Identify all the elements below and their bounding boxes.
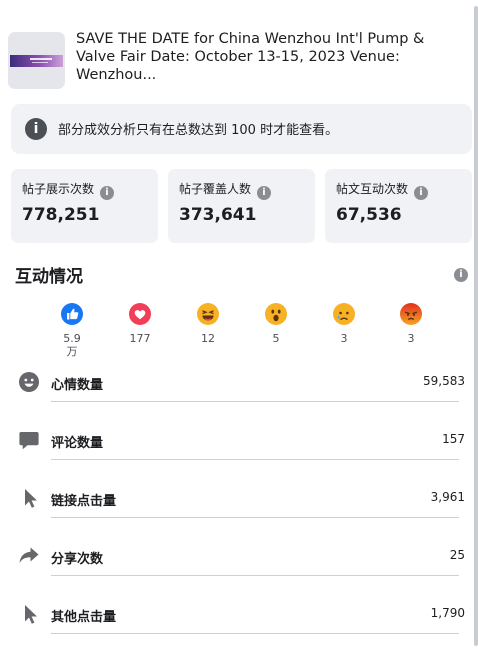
stat-card-impressions: 帖子展示次数 i 778,251 [11,169,158,243]
notice-banner: i 部分成效分析只有在总数达到 100 时才能查看。 [11,104,472,154]
metric-row-reactions: 心情数量 59,583 [15,371,465,411]
metric-value: 59,583 [423,374,465,388]
reaction-sad: 3 [324,303,364,345]
divider [51,401,459,402]
info-icon: i [25,118,47,140]
post-title[interactable]: SAVE THE DATE for China Wenzhou Int'l Pu… [76,30,466,84]
reaction-count: 5.9 万 [63,332,81,358]
divider [51,633,459,634]
stat-label: 帖文互动次数 [336,182,409,196]
metric-label: 心情数量 [51,378,104,393]
notice-text: 部分成效分析只有在总数达到 100 时才能查看。 [58,123,339,138]
reaction-like: 5.9 万 [52,303,92,358]
love-icon [129,303,151,325]
cursor-icon [25,489,37,508]
info-icon[interactable]: i [257,186,272,200]
metric-row-comments: 评论数量 157 [15,429,465,469]
scrollbar-thumb[interactable] [474,6,478,646]
post-thumbnail[interactable] [8,32,65,89]
metric-value: 25 [449,548,465,562]
stat-value: 67,536 [336,205,402,225]
reaction-count: 3 [407,332,415,345]
reaction-count: 177 [129,332,151,345]
scrollbar[interactable] [474,0,478,651]
stat-value: 778,251 [22,205,100,225]
metric-label: 分享次数 [51,552,104,567]
wow-icon [265,303,287,325]
reaction-count: 5 [272,332,280,345]
sad-icon [333,303,355,325]
haha-icon [197,303,219,325]
stat-value: 373,641 [179,205,257,225]
smiley-icon [19,372,39,392]
angry-icon [400,303,422,325]
divider [51,517,459,518]
stat-label: 帖子展示次数 [22,182,95,196]
comment-icon [19,432,39,450]
metric-row-shares: 分享次数 25 [15,545,465,585]
metric-value: 157 [442,432,465,446]
metric-label: 评论数量 [51,436,104,451]
like-icon [61,303,83,325]
reaction-count: 3 [340,332,348,345]
metric-value: 3,961 [430,490,465,504]
metric-value: 1,790 [430,606,465,620]
post-header: SAVE THE DATE for China Wenzhou Int'l Pu… [8,30,468,92]
stat-card-engagement: 帖文互动次数 i 67,536 [325,169,472,243]
reaction-love: 177 [120,303,160,345]
info-icon[interactable]: i [454,268,468,282]
metric-label: 其他点击量 [51,610,117,625]
reaction-wow: 5 [256,303,296,345]
info-icon[interactable]: i [100,186,115,200]
reaction-angry: 3 [391,303,431,345]
reaction-haha: 12 [188,303,228,345]
share-icon [19,547,39,563]
metric-label: 链接点击量 [51,494,117,509]
section-title: 互动情况 [15,267,83,287]
reaction-count: 12 [201,332,215,345]
stat-card-reach: 帖子覆盖人数 i 373,641 [168,169,315,243]
divider [51,459,459,460]
divider [51,575,459,576]
info-icon[interactable]: i [414,186,429,200]
cursor-icon [25,605,37,624]
metric-row-link-clicks: 链接点击量 3,961 [15,487,465,527]
metric-row-other-clicks: 其他点击量 1,790 [15,603,465,643]
stat-label: 帖子覆盖人数 [179,182,252,196]
